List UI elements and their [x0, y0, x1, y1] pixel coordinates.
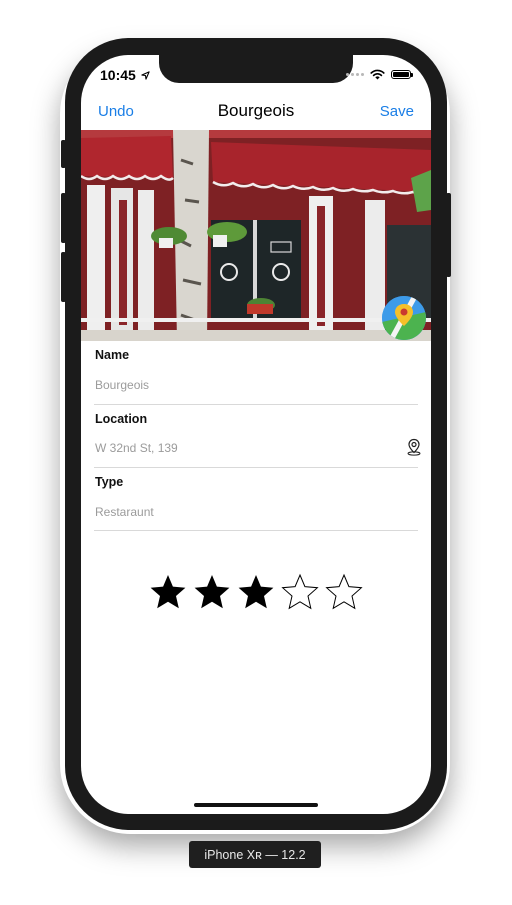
location-arrow-icon: [141, 71, 150, 80]
type-label: Type: [95, 475, 124, 489]
status-time: 10:45: [100, 67, 150, 83]
map-button[interactable]: [382, 296, 426, 340]
name-separator: [94, 404, 418, 405]
page-title: Bourgeois: [217, 101, 295, 120]
name-label: Name: [95, 348, 130, 362]
star-filled-icon[interactable]: [193, 573, 231, 611]
signal-icon: [346, 73, 364, 76]
star-filled-icon[interactable]: [149, 573, 187, 611]
name-field[interactable]: Bourgeois: [95, 378, 149, 392]
restaurant-storefront-image: [81, 130, 431, 341]
device-caption: iPhone Xʀ — 12.2: [189, 841, 321, 868]
place-photo[interactable]: [81, 130, 431, 341]
type-separator: [94, 530, 418, 531]
star-empty-icon[interactable]: [281, 573, 319, 611]
star-empty-icon[interactable]: [325, 573, 363, 611]
save-button[interactable]: Save: [380, 103, 414, 120]
star-filled-icon[interactable]: [237, 573, 275, 611]
battery-icon: [391, 70, 413, 79]
location-label: Location: [95, 412, 148, 426]
notch: [159, 55, 353, 83]
navigation-bar: Undo Bourgeois Save: [81, 99, 431, 131]
rating-control: [149, 573, 363, 611]
app-screen: 10:45 Undo Bourgeois Save Name Bourgeois…: [81, 55, 431, 814]
map-icon: [382, 296, 426, 340]
status-indicators: [346, 69, 413, 80]
status-time-text: 10:45: [100, 67, 136, 83]
home-indicator[interactable]: [194, 803, 318, 807]
wifi-icon: [370, 69, 385, 80]
location-separator: [94, 467, 418, 468]
map-pin-icon[interactable]: [405, 438, 423, 456]
type-field[interactable]: Restaraunt: [95, 505, 154, 519]
location-field[interactable]: W 32nd St, 139: [95, 441, 178, 455]
